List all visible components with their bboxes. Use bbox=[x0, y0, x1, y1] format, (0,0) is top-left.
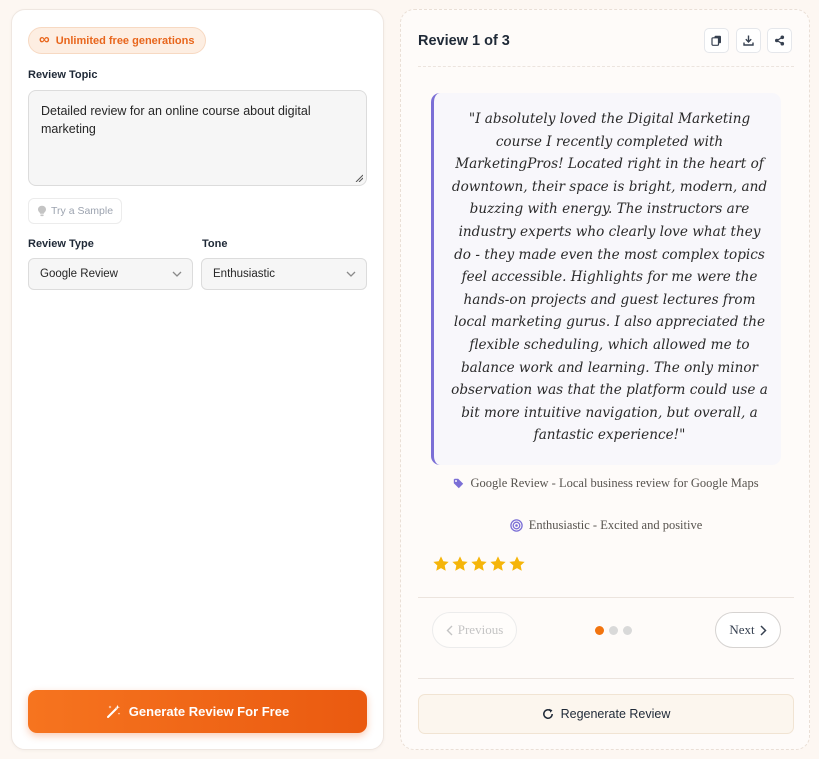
try-sample-button[interactable]: Try a Sample bbox=[28, 198, 123, 224]
review-form-panel: ∞ Unlimited free generations Review Topi… bbox=[11, 9, 384, 750]
star-icon bbox=[509, 556, 525, 571]
previous-button[interactable]: Previous bbox=[432, 612, 517, 648]
refresh-icon bbox=[542, 708, 553, 719]
review-type-meta-text: Google Review - Local business review fo… bbox=[470, 476, 759, 490]
resize-handle-icon[interactable] bbox=[355, 174, 363, 182]
try-sample-label: Try a Sample bbox=[51, 205, 114, 217]
page-dot[interactable] bbox=[595, 626, 604, 635]
bottom-divider bbox=[418, 678, 794, 679]
regenerate-review-button[interactable]: Regenerate Review bbox=[418, 694, 794, 734]
review-topic-value: Detailed review for an online course abo… bbox=[41, 104, 311, 136]
tone-label: Tone bbox=[202, 238, 228, 250]
chevron-right-icon bbox=[760, 624, 767, 636]
star-rating bbox=[432, 555, 526, 573]
review-text: "I absolutely loved the Digital Marketin… bbox=[451, 111, 768, 444]
copy-button[interactable] bbox=[704, 28, 729, 53]
review-output-panel: Review 1 of 3 "I absolutely loved the Di… bbox=[400, 9, 810, 750]
tone-select[interactable]: Enthusiastic bbox=[201, 258, 367, 290]
share-button[interactable] bbox=[767, 28, 792, 53]
share-icon bbox=[775, 35, 785, 46]
review-type-meta: Google Review - Local business review fo… bbox=[401, 476, 811, 491]
review-tone-meta-text: Enthusiastic - Excited and positive bbox=[528, 518, 703, 532]
nav-divider bbox=[418, 597, 794, 598]
star-icon bbox=[471, 556, 487, 571]
lightbulb-icon bbox=[38, 205, 46, 217]
review-type-select[interactable]: Google Review bbox=[28, 258, 193, 290]
previous-label: Previous bbox=[457, 622, 504, 637]
star-icon bbox=[433, 556, 449, 571]
page-dot[interactable] bbox=[609, 626, 618, 635]
target-icon bbox=[509, 519, 523, 532]
unlimited-badge: ∞ Unlimited free generations bbox=[28, 27, 207, 54]
badge-label: Unlimited free generations bbox=[55, 34, 195, 47]
tone-value: Enthusiastic bbox=[213, 268, 276, 280]
review-type-label: Review Type bbox=[28, 238, 94, 250]
chevron-down-icon bbox=[172, 271, 182, 277]
page-dot[interactable] bbox=[623, 626, 632, 635]
pagination-dots bbox=[595, 626, 632, 635]
chevron-left-icon bbox=[446, 625, 453, 635]
review-tone-meta: Enthusiastic - Excited and positive bbox=[401, 518, 811, 533]
star-icon bbox=[452, 556, 468, 571]
copy-icon bbox=[711, 35, 721, 46]
review-topic-input[interactable]: Detailed review for an online course abo… bbox=[28, 90, 367, 186]
download-button[interactable] bbox=[736, 28, 761, 53]
regenerate-review-label: Regenerate Review bbox=[560, 707, 671, 721]
review-title: Review 1 of 3 bbox=[418, 33, 510, 49]
generate-review-button[interactable]: Generate Review For Free bbox=[28, 690, 367, 733]
next-button[interactable]: Next bbox=[715, 612, 781, 648]
next-label: Next bbox=[729, 622, 755, 637]
star-icon bbox=[490, 556, 506, 571]
review-type-value: Google Review bbox=[40, 268, 118, 280]
review-quote-card: "I absolutely loved the Digital Marketin… bbox=[431, 93, 781, 465]
header-divider bbox=[418, 66, 794, 67]
download-icon bbox=[743, 35, 754, 46]
magic-wand-icon bbox=[106, 704, 120, 718]
infinity-icon: ∞ bbox=[39, 31, 50, 48]
generate-review-label: Generate Review For Free bbox=[128, 704, 290, 719]
tag-icon bbox=[454, 478, 464, 489]
review-topic-label: Review Topic bbox=[28, 69, 98, 81]
chevron-down-icon bbox=[346, 271, 356, 277]
